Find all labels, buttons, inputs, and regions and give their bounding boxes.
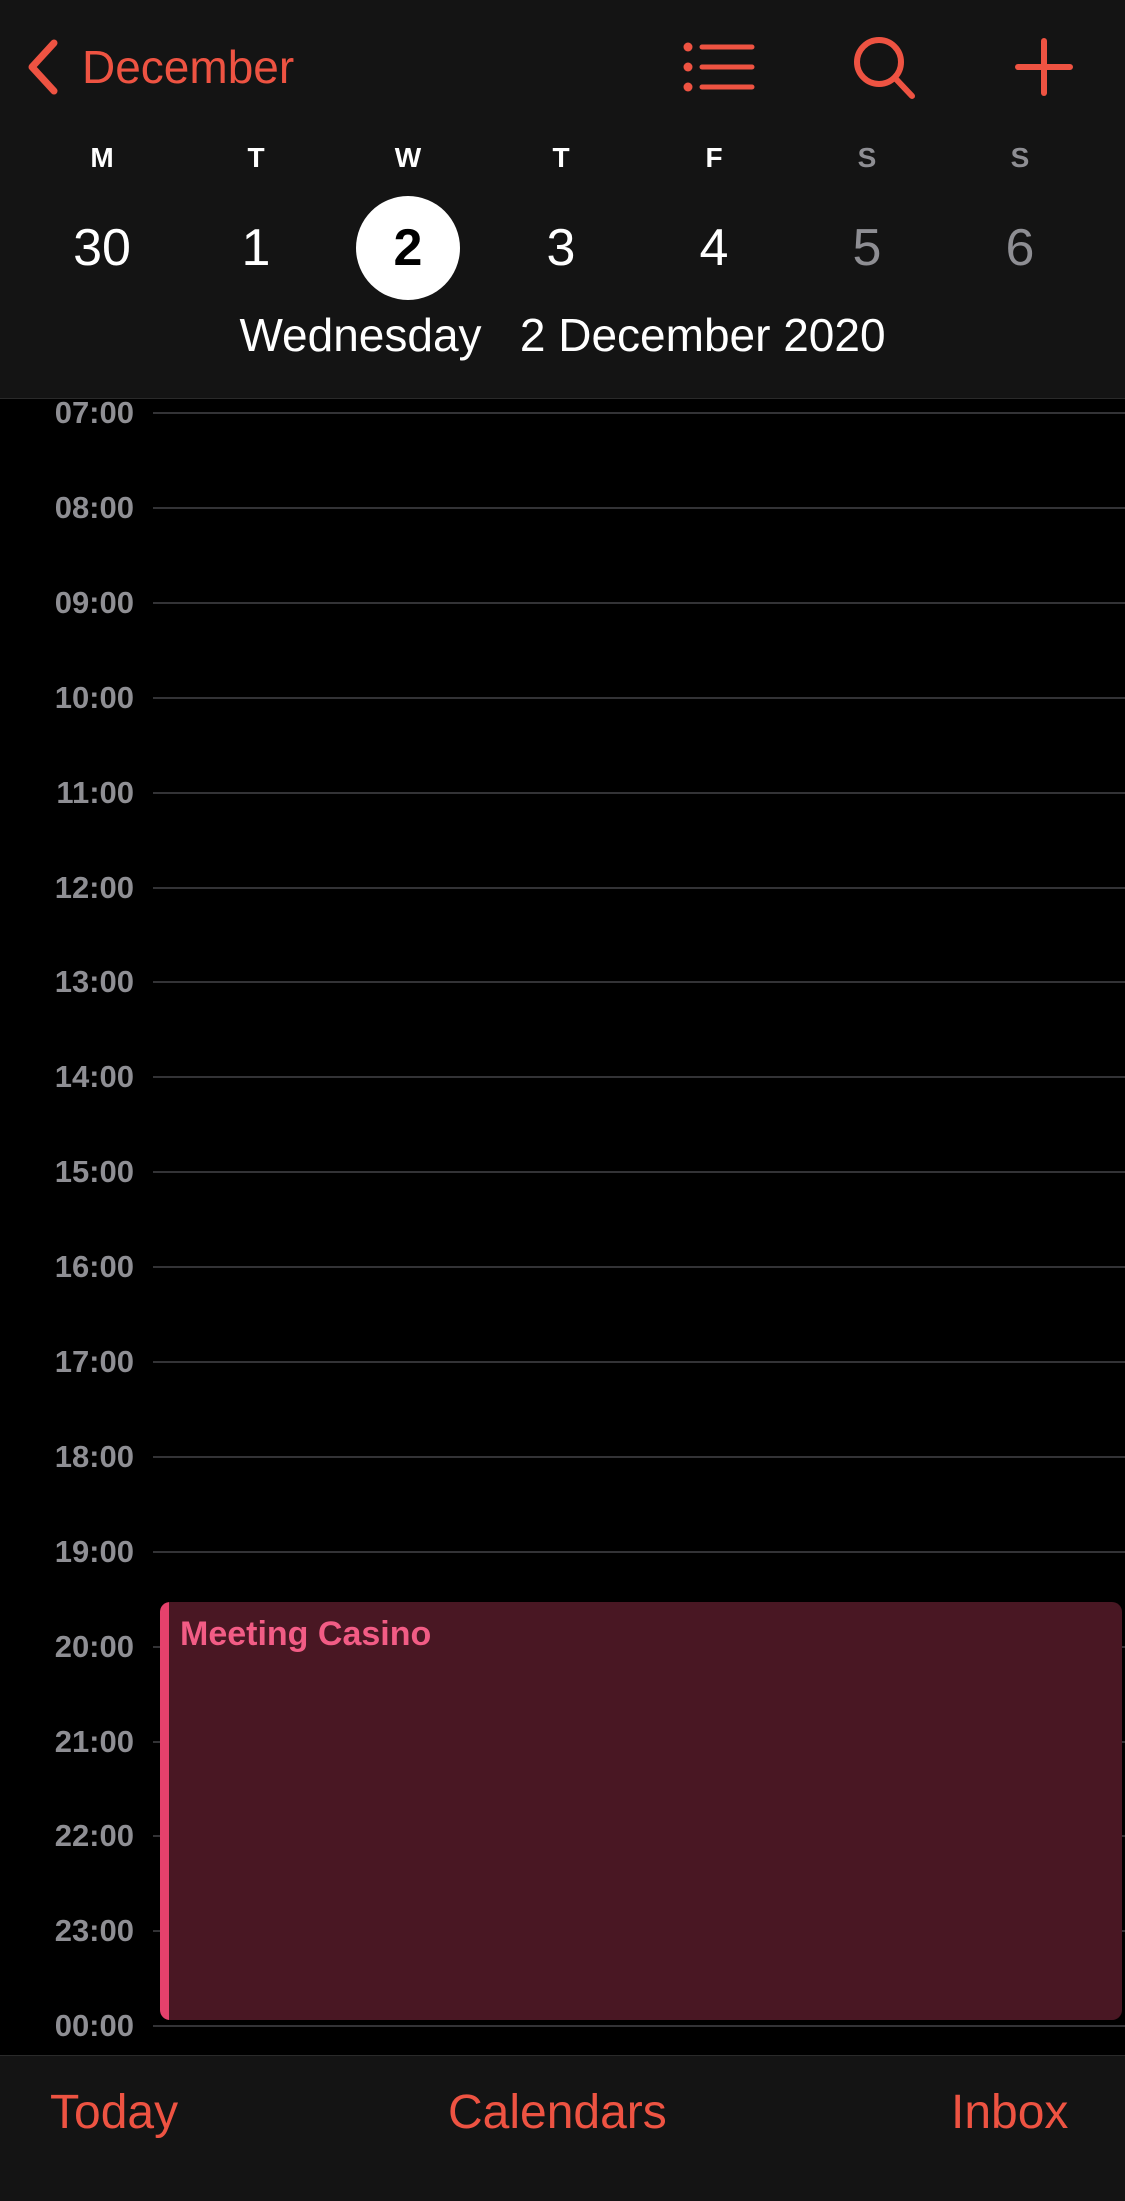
day-wednesday[interactable]: W 2 bbox=[348, 138, 468, 308]
day-of-week-label: F bbox=[705, 142, 723, 173]
event-color-bar bbox=[160, 1602, 169, 2020]
hour-divider bbox=[153, 507, 1125, 509]
hour-row: 13:00 bbox=[0, 962, 1125, 1002]
hour-row: 07:00 bbox=[0, 400, 1125, 433]
event-meeting-casino[interactable]: Meeting Casino bbox=[160, 1602, 1122, 2020]
today-button[interactable]: Today bbox=[50, 2076, 178, 2150]
day-number: 5 bbox=[852, 219, 882, 277]
day-number: 6 bbox=[1005, 219, 1035, 277]
hour-row: 09:00 bbox=[0, 583, 1125, 623]
day-number: 2 bbox=[393, 219, 423, 277]
hour-label: 10:00 bbox=[54, 680, 134, 715]
hour-label: 22:00 bbox=[54, 1818, 134, 1853]
hour-label: 12:00 bbox=[54, 870, 134, 905]
hour-label: 18:00 bbox=[54, 1439, 134, 1474]
hour-label: 08:00 bbox=[54, 490, 134, 525]
hour-divider bbox=[153, 2025, 1125, 2027]
calendars-button[interactable]: Calendars bbox=[448, 2076, 667, 2150]
hour-label: 09:00 bbox=[54, 585, 134, 620]
day-of-week-label: M bbox=[90, 142, 114, 173]
list-view-button[interactable] bbox=[682, 34, 758, 100]
hour-divider bbox=[153, 412, 1125, 414]
hour-row: 17:00 bbox=[0, 1342, 1125, 1382]
hour-divider bbox=[153, 792, 1125, 794]
day-tuesday[interactable]: T 1 bbox=[196, 138, 316, 308]
search-button[interactable] bbox=[846, 34, 922, 100]
search-icon bbox=[854, 37, 915, 99]
selected-date-title: Wednesday 2 December 2020 bbox=[239, 309, 886, 361]
hour-row: 19:00 bbox=[0, 1532, 1125, 1572]
day-number: 4 bbox=[699, 219, 729, 277]
day-number: 30 bbox=[73, 219, 131, 277]
back-label: December bbox=[82, 41, 295, 93]
day-of-week-label: T bbox=[552, 142, 570, 173]
hour-label: 23:00 bbox=[54, 1913, 134, 1948]
hour-label: 17:00 bbox=[54, 1344, 134, 1379]
day-monday[interactable]: M 30 bbox=[42, 138, 162, 308]
hour-label: 19:00 bbox=[54, 1534, 134, 1569]
chevron-left-icon bbox=[28, 39, 58, 95]
event-title: Meeting Casino bbox=[180, 1615, 432, 1653]
hour-divider bbox=[153, 1361, 1125, 1363]
hour-divider bbox=[153, 1551, 1125, 1553]
day-of-week-label: S bbox=[857, 142, 877, 173]
hour-divider bbox=[153, 697, 1125, 699]
inbox-button[interactable]: Inbox bbox=[951, 2076, 1068, 2150]
hour-label: 21:00 bbox=[54, 1724, 134, 1759]
list-icon bbox=[683, 42, 755, 92]
hour-divider bbox=[153, 1076, 1125, 1078]
hour-row: 18:00 bbox=[0, 1437, 1125, 1477]
hour-label: 13:00 bbox=[54, 964, 134, 999]
calendar-app: December M 30 T 1 W 2 T 3 F 4 S 5 S 6 We… bbox=[0, 0, 1125, 2201]
hour-label: 14:00 bbox=[54, 1059, 134, 1094]
hour-label: 20:00 bbox=[54, 1629, 134, 1664]
hour-row: 12:00 bbox=[0, 868, 1125, 908]
day-sunday[interactable]: S 6 bbox=[960, 138, 1080, 308]
day-thursday[interactable]: T 3 bbox=[501, 138, 621, 308]
hour-divider bbox=[153, 1456, 1125, 1458]
day-saturday[interactable]: S 5 bbox=[807, 138, 927, 308]
add-event-button[interactable] bbox=[1006, 34, 1082, 100]
bottom-toolbar: Today Calendars Inbox bbox=[0, 2055, 1125, 2201]
day-of-week-label: W bbox=[394, 142, 422, 173]
day-of-week-label: T bbox=[247, 142, 265, 173]
hour-row: 08:00 bbox=[0, 488, 1125, 528]
hour-row: 11:00 bbox=[0, 773, 1125, 813]
hour-label: 00:00 bbox=[54, 2008, 134, 2043]
hour-divider bbox=[153, 602, 1125, 604]
hour-divider bbox=[153, 1266, 1125, 1268]
hour-label: 15:00 bbox=[54, 1154, 134, 1189]
hour-divider bbox=[153, 1171, 1125, 1173]
hour-row: 14:00 bbox=[0, 1057, 1125, 1097]
hour-row: 16:00 bbox=[0, 1247, 1125, 1287]
day-number: 1 bbox=[241, 219, 271, 277]
day-of-week-label: S bbox=[1010, 142, 1030, 173]
hour-divider bbox=[153, 981, 1125, 983]
back-to-month-button[interactable]: December bbox=[24, 34, 294, 100]
day-timeline[interactable]: 07:00 08:00 09:00 10:00 11:00 12:00 13:0… bbox=[0, 400, 1125, 2055]
week-strip: M 30 T 1 W 2 T 3 F 4 S 5 S 6 bbox=[0, 138, 1125, 308]
day-number: 3 bbox=[546, 219, 576, 277]
calendar-header: December M 30 T 1 W 2 T 3 F 4 S 5 S 6 We… bbox=[0, 0, 1125, 399]
hour-row: 10:00 bbox=[0, 678, 1125, 718]
hour-divider bbox=[153, 887, 1125, 889]
hour-label: 11:00 bbox=[56, 775, 134, 810]
hour-label: 16:00 bbox=[54, 1249, 134, 1284]
day-friday[interactable]: F 4 bbox=[654, 138, 774, 308]
hour-row: 15:00 bbox=[0, 1152, 1125, 1192]
plus-icon bbox=[1015, 38, 1073, 96]
hour-label: 07:00 bbox=[54, 400, 134, 430]
